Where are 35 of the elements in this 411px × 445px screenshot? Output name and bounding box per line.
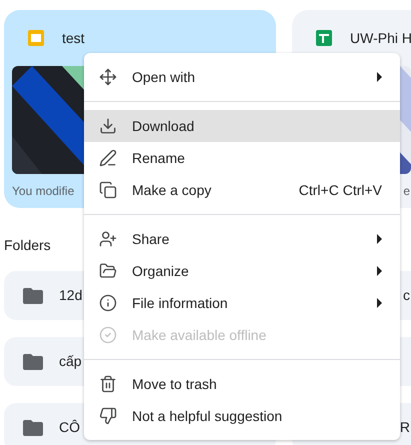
menu-item[interactable]: Open with <box>84 61 400 93</box>
sheets-icon <box>316 30 332 46</box>
submenu-arrow-icon <box>377 298 382 308</box>
folder-icon <box>23 420 43 436</box>
section-heading: Folders <box>4 236 51 254</box>
add-person-icon <box>99 230 117 248</box>
menu-item[interactable]: Not a helpful suggestion <box>84 400 400 432</box>
move-arrows-icon <box>99 68 117 86</box>
check-circle-icon <box>99 326 117 344</box>
modified-text: e <box>403 183 410 200</box>
folder-icon <box>23 288 43 304</box>
download-icon <box>99 117 117 135</box>
folder-name: R <box>400 418 410 437</box>
copy-icon <box>99 181 117 199</box>
info-icon <box>99 294 117 312</box>
file-name: test <box>62 28 85 48</box>
open-folder-icon <box>99 262 117 280</box>
slides-icon <box>28 30 44 46</box>
submenu-arrow-icon <box>377 72 382 82</box>
menu-item[interactable]: Rename <box>84 142 400 174</box>
submenu-arrow-icon <box>377 266 382 276</box>
trash-icon <box>99 375 117 393</box>
folder-icon <box>23 354 43 370</box>
menu-item[interactable]: Share <box>84 223 400 255</box>
pen-icon <box>99 149 117 167</box>
thumbs-down-icon <box>99 407 117 425</box>
menu-item[interactable]: Download <box>84 110 400 142</box>
submenu-arrow-icon <box>377 234 382 244</box>
menu-item[interactable]: Make a copy Ctrl+C Ctrl+V <box>84 174 400 206</box>
menu-item[interactable]: Move to trash <box>84 368 400 400</box>
modified-text: You modifie <box>12 183 74 200</box>
folder-name: c <box>403 286 410 305</box>
menu-item[interactable]: File information <box>84 287 400 319</box>
menu-item[interactable]: Organize <box>84 255 400 287</box>
file-name: UW-Phi H <box>350 28 411 48</box>
